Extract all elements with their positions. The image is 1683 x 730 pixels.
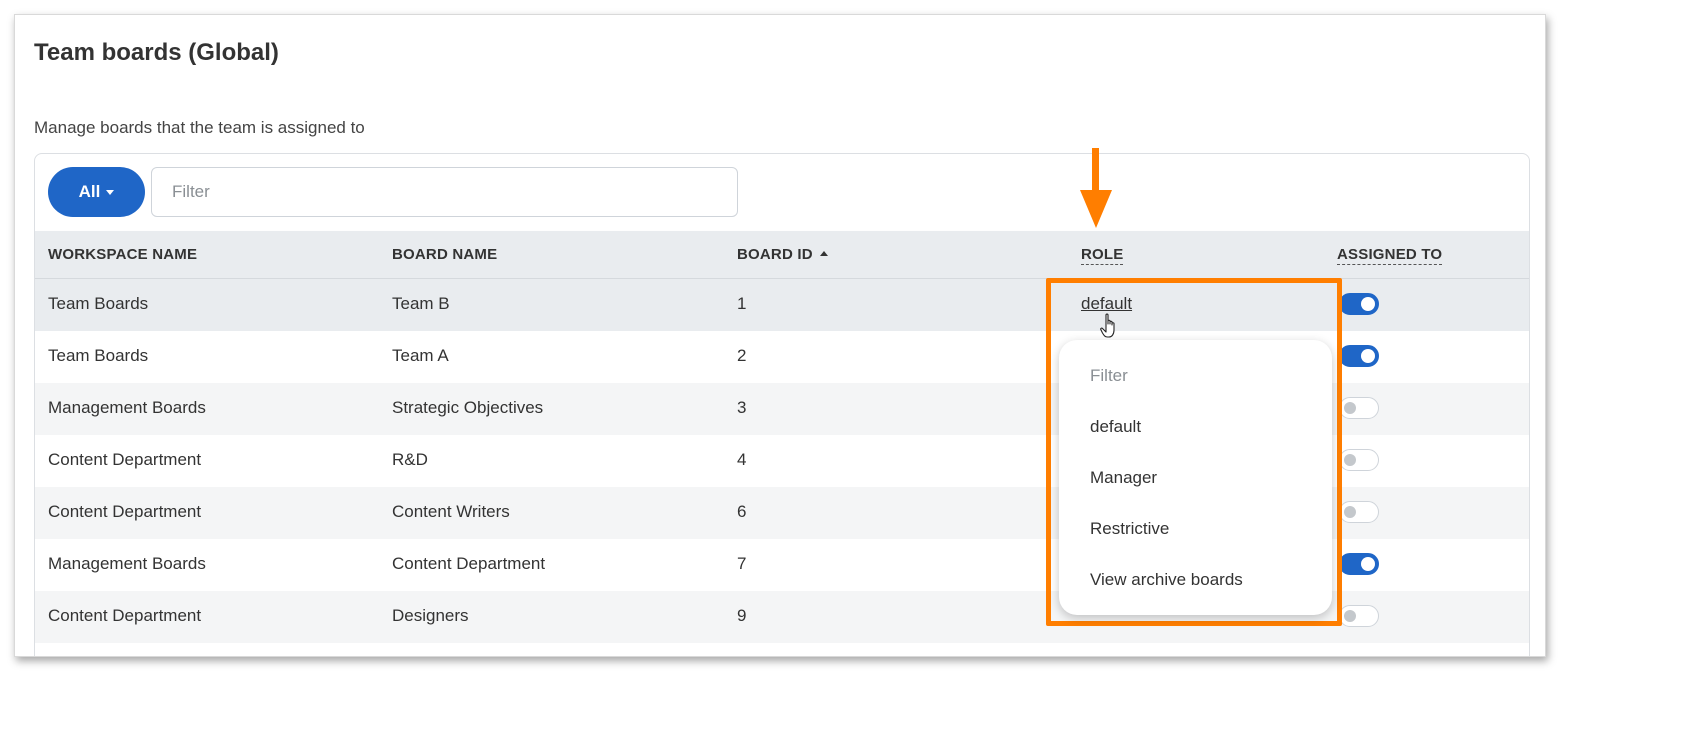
filter-input[interactable] (151, 167, 738, 217)
role-option-default[interactable]: default (1090, 417, 1141, 437)
board-name-cell: Team B (392, 294, 450, 313)
workspace-name-cell: Team Boards (48, 294, 149, 313)
toggle-knob (1344, 454, 1356, 466)
annotation-arrow-shaft (1092, 148, 1099, 194)
board-name-cell: Designers (392, 606, 469, 625)
board-id-cell: 6 (737, 502, 747, 521)
caret-down-icon (106, 189, 115, 195)
page-title: Team boards (Global) (34, 39, 279, 66)
workspace-name-cell: Content Department (48, 606, 202, 625)
column-header-board-name[interactable]: BOARD NAME (392, 246, 497, 263)
workspace-name-cell: Management Boards (48, 398, 206, 417)
role-dropdown-menu: Filter default Manager Restrictive View … (1059, 340, 1332, 615)
page-subtitle: Manage boards that the team is assigned … (34, 118, 365, 137)
all-filter-dropdown-button[interactable]: All (48, 167, 145, 217)
sort-ascending-icon (819, 251, 828, 256)
workspace-name-cell: Management Boards (48, 554, 206, 573)
board-id-cell: 2 (737, 346, 747, 365)
toggle-knob (1344, 506, 1356, 518)
board-name-cell: Team A (392, 346, 449, 365)
workspace-name-cell: Content Department (48, 450, 202, 469)
column-header-role[interactable]: ROLE (1081, 246, 1124, 265)
column-header-workspace-name[interactable]: WORKSPACE NAME (48, 246, 197, 263)
toggle-knob (1361, 557, 1375, 571)
board-id-cell: 4 (737, 450, 747, 469)
role-dropdown-filter[interactable]: Filter (1090, 366, 1128, 386)
workspace-name-cell: Team Boards (48, 346, 149, 365)
assigned-toggle[interactable] (1339, 553, 1379, 575)
board-name-cell: Content Department (392, 554, 546, 573)
board-id-cell: 3 (737, 398, 747, 417)
board-id-cell: 7 (737, 554, 747, 573)
toggle-knob (1361, 349, 1375, 363)
toggle-knob (1344, 610, 1356, 622)
role-option-manager[interactable]: Manager (1090, 468, 1157, 488)
assigned-toggle[interactable] (1339, 501, 1379, 523)
role-option-view-archive-boards[interactable]: View archive boards (1090, 570, 1243, 590)
board-id-cell: 1 (737, 294, 747, 313)
toggle-knob (1344, 402, 1356, 414)
assigned-toggle[interactable] (1339, 605, 1379, 627)
board-name-cell: Content Writers (392, 502, 510, 521)
annotation-arrow-down-icon (1080, 190, 1112, 228)
hand-pointer-cursor-icon (1100, 313, 1115, 338)
role-option-restrictive[interactable]: Restrictive (1090, 519, 1169, 539)
assigned-toggle[interactable] (1339, 449, 1379, 471)
table-row: Team Boards Team B 1 default (35, 279, 1529, 331)
board-name-cell: R&D (392, 450, 428, 469)
column-header-board-id-group[interactable]: BOARD ID (737, 246, 828, 263)
board-id-cell: 9 (737, 606, 747, 625)
column-header-assigned-to[interactable]: ASSIGNED TO (1337, 246, 1443, 265)
board-name-cell: Strategic Objectives (392, 398, 544, 417)
table-header: WORKSPACE NAME BOARD NAME BOARD ID ROLE … (35, 231, 1529, 279)
assigned-toggle[interactable] (1339, 345, 1379, 367)
assigned-toggle[interactable] (1339, 293, 1379, 315)
assigned-toggle[interactable] (1339, 397, 1379, 419)
column-header-board-id: BOARD ID (737, 246, 813, 263)
all-filter-label: All (78, 182, 101, 201)
role-selector-link[interactable]: default (1081, 294, 1132, 314)
toggle-knob (1361, 297, 1375, 311)
workspace-name-cell: Content Department (48, 502, 202, 521)
